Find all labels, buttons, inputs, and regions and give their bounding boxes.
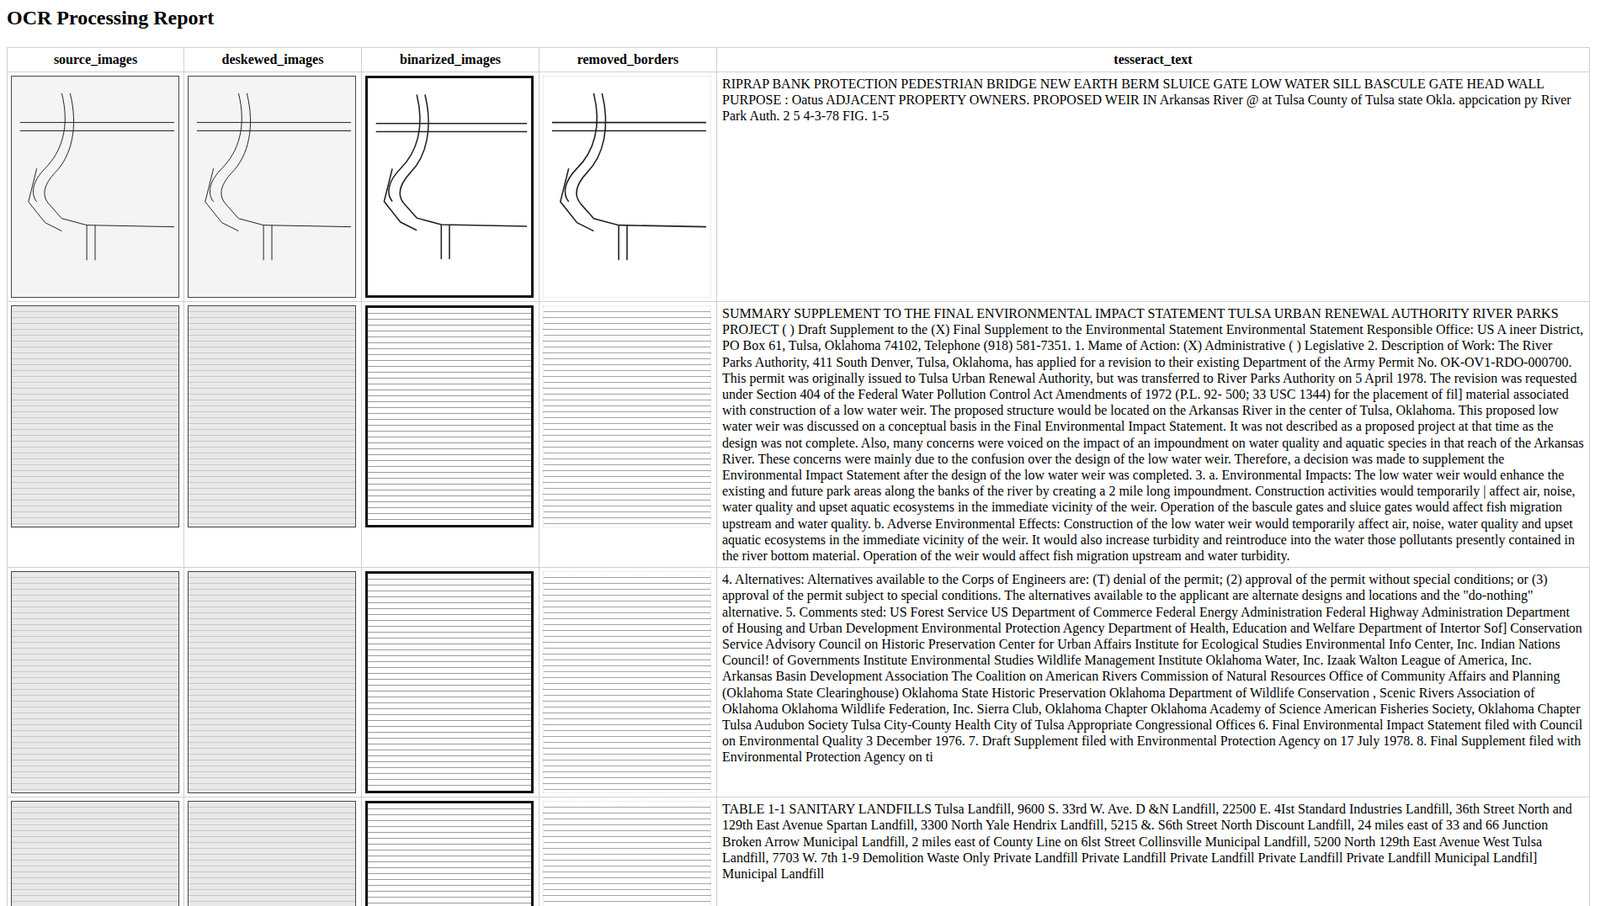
result-row: RIPRAP BANK PROTECTION PEDESTRIAN BRIDGE…	[7, 72, 1590, 303]
scan-image	[187, 801, 357, 906]
result-row: TABLE 1-1 SANITARY LANDFILLS Tulsa Landf…	[7, 797, 1590, 906]
scan-image	[365, 305, 534, 528]
scan-image	[10, 801, 180, 906]
image-cell	[184, 72, 362, 303]
ocr-text: SUMMARY SUPPLEMENT TO THE FINAL ENVIRONM…	[717, 302, 1590, 569]
scan-image	[10, 75, 180, 298]
scan-image	[365, 801, 534, 906]
drawing-figure	[11, 76, 179, 298]
ocr-text: TABLE 1-1 SANITARY LANDFILLS Tulsa Landf…	[717, 797, 1590, 906]
drawing-figure	[188, 76, 356, 298]
column-header: tesseract_text	[717, 47, 1590, 73]
ocr-text: RIPRAP BANK PROTECTION PEDESTRIAN BRIDGE…	[717, 72, 1590, 303]
column-header: deskewed_images	[184, 47, 362, 73]
scan-image	[542, 305, 712, 528]
image-cell	[361, 302, 540, 569]
column-header: binarized_images	[361, 47, 540, 73]
image-cell	[7, 72, 185, 303]
image-cell	[539, 797, 718, 906]
image-cell	[361, 72, 540, 303]
image-cell	[539, 72, 718, 303]
scan-image	[187, 75, 357, 298]
scan-image	[365, 571, 534, 794]
image-cell	[361, 568, 540, 798]
ocr-text: 4. Alternatives: Alternatives available …	[717, 568, 1590, 798]
image-cell	[7, 302, 185, 569]
scan-image	[10, 305, 180, 528]
image-cell	[7, 568, 185, 798]
image-cell	[539, 568, 718, 798]
column-header: removed_borders	[539, 47, 718, 73]
header-row: source_imagesdeskewed_imagesbinarized_im…	[7, 47, 1590, 73]
result-row: 4. Alternatives: Alternatives available …	[7, 568, 1590, 798]
scan-image	[542, 571, 712, 794]
image-cell	[184, 568, 362, 798]
image-cell	[184, 797, 362, 906]
image-cell	[7, 797, 185, 906]
scan-image	[187, 305, 357, 528]
result-row: SUMMARY SUPPLEMENT TO THE FINAL ENVIRONM…	[7, 302, 1590, 569]
image-cell	[361, 797, 540, 906]
drawing-figure	[543, 76, 711, 298]
scan-image	[10, 571, 180, 794]
report-title: OCR Processing Report	[6, 0, 1594, 31]
scan-image	[365, 75, 534, 298]
scan-image	[187, 571, 357, 794]
scan-image	[542, 75, 712, 298]
scan-image	[542, 801, 712, 906]
image-cell	[184, 302, 362, 569]
image-cell	[539, 302, 718, 569]
drawing-figure	[367, 78, 532, 296]
results-table: source_imagesdeskewed_imagesbinarized_im…	[6, 47, 1590, 906]
column-header: source_images	[7, 47, 185, 73]
